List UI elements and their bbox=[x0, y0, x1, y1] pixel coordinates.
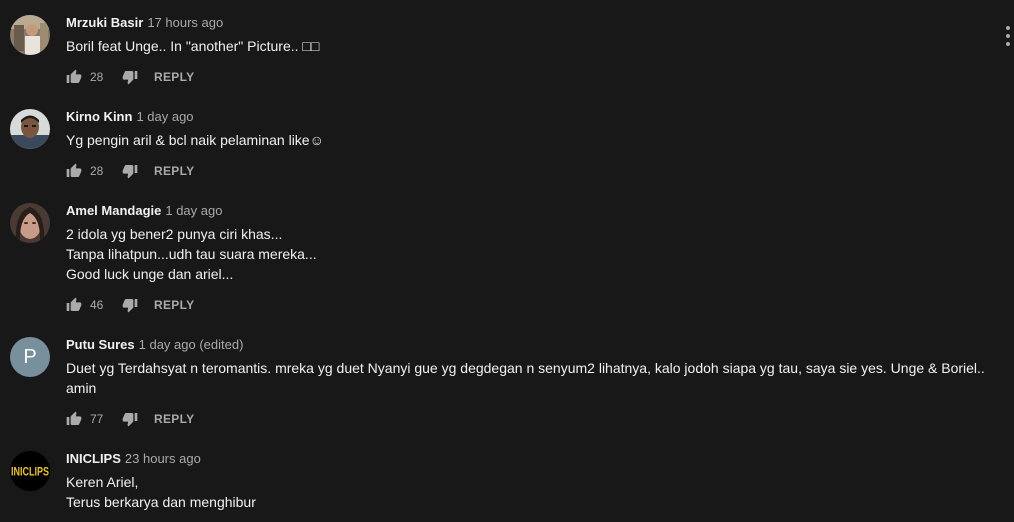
like-count: 28 bbox=[90, 164, 104, 178]
comment-header: Amel Mandagie 1 day ago bbox=[66, 203, 222, 219]
reply-button[interactable]: REPLY bbox=[154, 412, 194, 426]
reply-button[interactable]: REPLY bbox=[154, 164, 194, 178]
comment-timestamp[interactable]: 1 day ago bbox=[136, 109, 193, 124]
reply-button[interactable]: REPLY bbox=[154, 298, 194, 312]
comment-actions: 77 REPLY bbox=[66, 409, 194, 429]
avatar[interactable] bbox=[10, 15, 50, 55]
dislike-button[interactable] bbox=[122, 411, 138, 427]
author-name[interactable]: INICLIPS bbox=[66, 451, 121, 466]
comment-line: 2 idola yg bener2 punya ciri khas... bbox=[66, 226, 283, 242]
author-name[interactable]: Kirno Kinn bbox=[66, 109, 132, 124]
avatar[interactable] bbox=[10, 109, 50, 149]
comment-text: Keren Ariel, Terus berkarya dan menghibu… bbox=[66, 472, 986, 512]
like-count: 28 bbox=[90, 70, 104, 84]
author-name[interactable]: Mrzuki Basir bbox=[66, 15, 143, 30]
comment-line: amin bbox=[66, 380, 97, 396]
thumb-down-icon bbox=[122, 71, 138, 85]
thumb-down-icon bbox=[122, 165, 138, 179]
comment-text: 2 idola yg bener2 punya ciri khas... Tan… bbox=[66, 224, 986, 284]
comment-line: Good luck unge dan ariel... bbox=[66, 266, 234, 282]
avatar[interactable] bbox=[10, 203, 50, 243]
comment-line: Tanpa lihatpun...udh tau suara mereka... bbox=[66, 246, 317, 262]
thumb-down-icon bbox=[122, 413, 138, 427]
like-button[interactable] bbox=[66, 297, 82, 313]
comment-header: INICLIPS 23 hours ago bbox=[66, 451, 201, 467]
comments-section: Mrzuki Basir 17 hours ago Boril feat Unge… bbox=[0, 0, 1014, 522]
reply-button[interactable]: REPLY bbox=[154, 70, 194, 84]
comment-header: Kirno Kinn 1 day ago bbox=[66, 109, 194, 125]
thumb-up-icon bbox=[66, 411, 82, 425]
comment-actions: 46 REPLY bbox=[66, 295, 194, 315]
comment-timestamp[interactable]: 1 day ago bbox=[165, 203, 222, 218]
comment-header: Putu Sures 1 day ago (edited) bbox=[66, 337, 243, 353]
author-name[interactable]: Putu Sures bbox=[66, 337, 135, 352]
comment-header: Mrzuki Basir 17 hours ago bbox=[66, 15, 223, 31]
kebab-dot bbox=[1006, 42, 1010, 46]
author-name[interactable]: Amel Mandagie bbox=[66, 203, 161, 218]
letter-avatar: P bbox=[10, 337, 50, 377]
thumb-up-icon bbox=[66, 69, 82, 83]
comment-line: Yg pengin aril & bcl naik pelaminan like… bbox=[66, 132, 324, 148]
thumb-up-icon bbox=[66, 163, 82, 177]
kebab-dot bbox=[1006, 26, 1010, 30]
like-button[interactable] bbox=[66, 69, 82, 85]
avatar[interactable]: INICLIPS bbox=[10, 451, 50, 491]
dislike-button[interactable] bbox=[122, 69, 138, 85]
comment-actions: 28 REPLY bbox=[66, 67, 194, 87]
avatar[interactable]: P bbox=[10, 337, 50, 377]
dislike-button[interactable] bbox=[122, 297, 138, 313]
like-button[interactable] bbox=[66, 163, 82, 179]
comment-line: Terus berkarya dan menghibur bbox=[66, 494, 256, 510]
more-vert-icon[interactable] bbox=[1004, 26, 1012, 46]
comment-text: Duet yg Terdahsyat n teromantis. mreka y… bbox=[66, 358, 986, 398]
comment-timestamp[interactable]: 23 hours ago bbox=[125, 451, 201, 466]
channel-logo: INICLIPS bbox=[10, 451, 50, 491]
kebab-dot bbox=[1006, 34, 1010, 38]
dislike-button[interactable] bbox=[122, 163, 138, 179]
thumb-down-icon bbox=[122, 299, 138, 313]
like-button[interactable] bbox=[66, 411, 82, 427]
like-count: 46 bbox=[90, 298, 104, 312]
comment-timestamp[interactable]: 17 hours ago bbox=[147, 15, 223, 30]
comment-text: Yg pengin aril & bcl naik pelaminan like… bbox=[66, 130, 986, 150]
channel-logo-text: INICLIPS bbox=[11, 467, 49, 479]
comment-timestamp[interactable]: 1 day ago (edited) bbox=[139, 337, 244, 352]
comment-text: Boril feat Unge.. In "another" Picture..… bbox=[66, 36, 986, 56]
thumb-up-icon bbox=[66, 297, 82, 311]
comment-actions: 28 REPLY bbox=[66, 161, 194, 181]
comment-line: Boril feat Unge.. In "another" Picture..… bbox=[66, 38, 320, 54]
like-count: 77 bbox=[90, 412, 104, 426]
comment-line: Keren Ariel, bbox=[66, 474, 139, 490]
comment-line: Duet yg Terdahsyat n teromantis. mreka y… bbox=[66, 360, 985, 376]
